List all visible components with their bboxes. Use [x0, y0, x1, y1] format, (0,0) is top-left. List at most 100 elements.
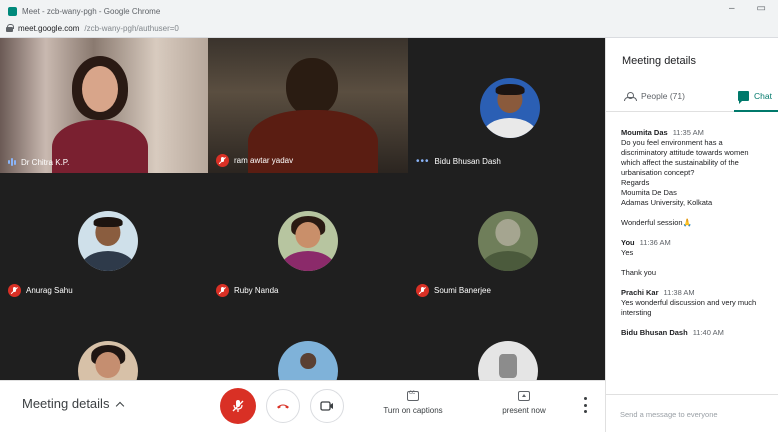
tab-chat-label: Chat	[754, 91, 772, 101]
mic-muted-icon	[216, 284, 229, 297]
chat-message-text: Yes	[621, 248, 634, 257]
chat-timestamp: 11:36 AM	[639, 238, 671, 247]
chat-sender: Moumita Das	[621, 128, 668, 137]
avatar	[278, 341, 338, 380]
participant-tile[interactable]: Ruby Nanda	[208, 173, 408, 303]
participant-name: ram awtar yadav	[234, 156, 294, 165]
chat-message: Moumita Das 11:35 AM Do you feel environme…	[621, 128, 773, 208]
chat-message-text: Adamas University, Kolkata	[621, 198, 713, 207]
captions-button[interactable]: Turn on captions	[364, 390, 462, 415]
captions-label: Turn on captions	[383, 406, 443, 415]
active-tab-indicator	[734, 110, 778, 112]
chat-message-text: Yes wonderful discussion and very much	[621, 298, 757, 307]
chat-message-text: intersting	[621, 308, 652, 317]
chat-message: You 11:36 AM Yes	[621, 238, 773, 258]
participant-name: Anurag Sahu	[26, 286, 73, 295]
chat-message-text: Regards	[621, 178, 650, 187]
chat-message-input[interactable]	[620, 407, 770, 421]
window-controls: – ▭	[729, 3, 766, 14]
captions-icon	[407, 390, 419, 401]
participant-name-tag: Ruby Nanda	[216, 284, 278, 297]
avatar	[78, 341, 138, 380]
participant-tile[interactable]: ram awtar yadav	[208, 38, 408, 173]
participant-name-tag: Soumi Banerjee	[416, 284, 491, 297]
chat-message-text: discriminatory attitude towards women	[621, 148, 749, 157]
face-shape	[82, 66, 118, 112]
camera-toggle-button[interactable]	[310, 389, 344, 423]
address-bar[interactable]: meet.google.com/zcb-wany-pgh/authuser=0	[6, 21, 179, 35]
window-title-row: Meet - zcb-wany-pgh - Google Chrome	[8, 4, 160, 18]
kebab-dot	[583, 410, 587, 413]
more-options-button[interactable]	[578, 395, 592, 415]
avatar	[478, 211, 538, 271]
present-icon	[518, 391, 530, 401]
chat-message-list[interactable]: Moumita Das 11:35 AM Do you feel environme…	[621, 128, 773, 390]
chat-message-header: Moumita Das 11:35 AM	[621, 128, 773, 138]
present-now-button[interactable]: present now	[488, 391, 560, 415]
participant-tile[interactable]	[0, 303, 208, 380]
chat-message-text: urbanisation concept?	[621, 168, 695, 177]
mic-off-icon	[232, 400, 244, 412]
mic-toggle-button[interactable]	[220, 388, 256, 424]
people-icon	[624, 91, 637, 101]
avatar	[480, 78, 540, 138]
avatar	[78, 211, 138, 271]
chat-message: Wonderful session🙏	[621, 218, 773, 228]
participant-tile[interactable]: ••• Bidu Bhusan Dash	[408, 38, 605, 173]
participant-tile[interactable]	[408, 303, 605, 380]
chat-message-header: Bidu Bhusan Dash 11:40 AM	[621, 328, 773, 338]
chat-sender: Bidu Bhusan Dash	[621, 328, 688, 337]
chat-sender: You	[621, 238, 635, 247]
participant-name: Soumi Banerjee	[434, 286, 491, 295]
participant-name: Dr Chitra K.P.	[21, 157, 70, 167]
video-grid: Dr Chitra K.P. ram awtar yadav ••• Bidu …	[0, 38, 605, 380]
tab-chat[interactable]: Chat	[738, 91, 772, 104]
url-host: meet.google.com	[18, 23, 80, 33]
participant-name-tag: ••• Bidu Bhusan Dash	[416, 156, 501, 167]
meeting-details-panel: Meeting details People (71) Chat Moumita…	[605, 38, 778, 432]
chat-compose-bar	[606, 394, 778, 432]
chat-message: Prachi Kar 11:38 AM Yes wonderful discussi…	[621, 288, 773, 318]
browser-chrome: Meet - zcb-wany-pgh - Google Chrome – ▭ …	[0, 0, 778, 38]
meeting-details-button[interactable]: Meeting details	[22, 396, 125, 411]
avatar	[478, 341, 538, 380]
kebab-dot	[583, 403, 587, 407]
chat-message-text: Thank you	[621, 268, 657, 277]
chat-icon	[738, 91, 749, 104]
chat-message-header: You 11:36 AM	[621, 238, 773, 248]
tab-people-label: People (71)	[641, 91, 685, 101]
participant-tile[interactable]: Soumi Banerjee	[408, 173, 605, 303]
hangup-button[interactable]	[266, 389, 300, 423]
tab-people[interactable]: People (71)	[624, 91, 685, 101]
chat-message: Thank you	[621, 268, 773, 278]
chat-message-text: Do you feel environment has a	[621, 138, 723, 147]
panel-title: Meeting details	[622, 55, 696, 67]
chat-timestamp: 11:40 AM	[692, 328, 724, 337]
chevron-up-icon	[116, 401, 125, 410]
chat-message: Bidu Bhusan Dash 11:40 AM	[621, 328, 773, 338]
mic-muted-icon	[8, 284, 21, 297]
meeting-details-label: Meeting details	[22, 396, 110, 411]
hangup-icon	[277, 404, 289, 409]
camera-icon	[320, 401, 333, 411]
participant-tile[interactable]	[208, 303, 408, 380]
chat-timestamp: 11:35 AM	[672, 128, 704, 137]
more-dots-icon: •••	[416, 156, 430, 167]
participant-tile[interactable]: Anurag Sahu	[0, 173, 208, 303]
speaking-indicator-icon	[8, 157, 16, 167]
call-toolbar: Meeting details Turn on captions present…	[0, 380, 605, 432]
maximize-icon[interactable]: ▭	[757, 3, 766, 14]
participant-name: Ruby Nanda	[234, 286, 279, 295]
participant-name: Bidu Bhusan Dash	[434, 157, 501, 166]
meet-favicon-icon	[8, 6, 17, 16]
chat-message-text: which affect the sustainability of the	[621, 158, 739, 167]
url-path: /zcb-wany-pgh/authuser=0	[84, 23, 179, 33]
participant-tile[interactable]: Dr Chitra K.P.	[0, 38, 208, 173]
panel-tabs: People (71) Chat	[606, 86, 778, 112]
lock-icon	[6, 24, 14, 32]
chat-message-header: Prachi Kar 11:38 AM	[621, 288, 773, 298]
participant-name-tag: ram awtar yadav	[216, 154, 293, 167]
participant-name-tag: Dr Chitra K.P.	[8, 157, 69, 167]
kebab-dot	[583, 397, 587, 400]
minimize-icon[interactable]: –	[729, 3, 735, 14]
